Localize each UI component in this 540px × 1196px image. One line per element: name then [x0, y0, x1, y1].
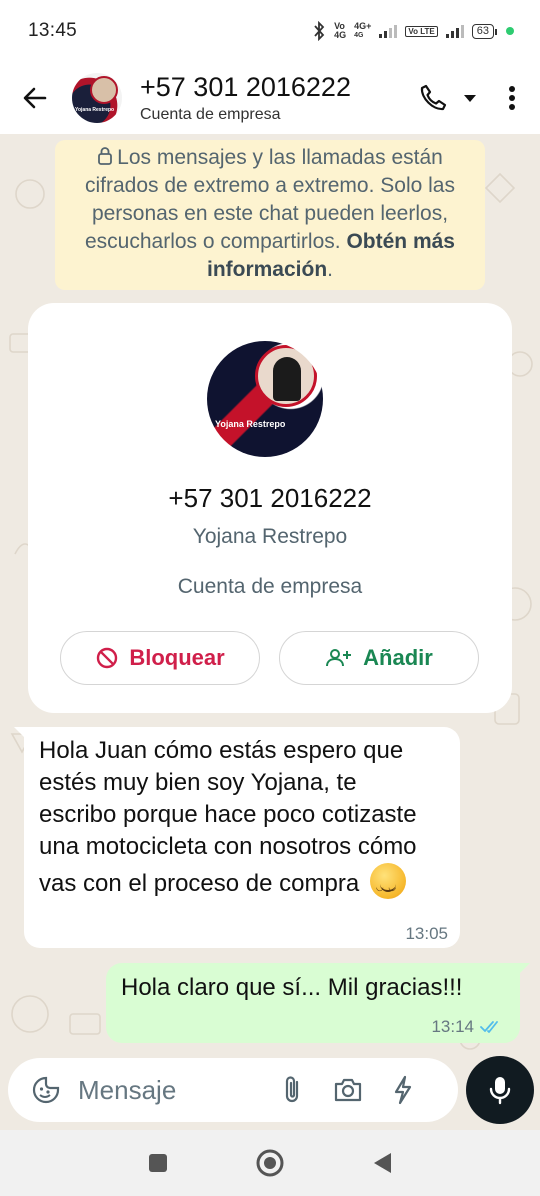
signal-bars-2-icon — [445, 24, 464, 38]
contact-info[interactable]: +57 301 2016222 Cuenta de empresa — [140, 72, 418, 124]
avatar-caption: Yojana Restrepo — [75, 107, 115, 113]
avatar-caption: Yojana Restrepo — [215, 419, 286, 429]
bluetooth-icon — [314, 21, 325, 41]
emoji-sticker-icon — [32, 1076, 60, 1104]
attach-icon[interactable] — [280, 1074, 304, 1106]
network-2: 4G+ 4G — [354, 21, 372, 40]
phone-icon[interactable] — [418, 83, 448, 113]
status-time: 13:45 — [28, 20, 78, 41]
status-icons: Vo 4G 4G+ 4G Vo LTE 63 — [312, 21, 514, 41]
add-contact-icon — [326, 649, 352, 667]
add-label: Añadir — [363, 645, 433, 670]
back-arrow-icon — [23, 87, 47, 109]
status-bar: 13:45 Vo 4G 4G+ 4G Vo LTE 63 — [0, 0, 540, 62]
mic-icon — [489, 1077, 511, 1105]
emoji-sticker-button[interactable] — [26, 1070, 66, 1110]
back-triangle-icon[interactable] — [371, 1151, 393, 1175]
link-suffix: . — [327, 258, 334, 281]
battery-indicator: 63 — [471, 23, 498, 39]
home-circle-icon[interactable] — [255, 1148, 285, 1178]
contact-avatar[interactable]: Yojana Restrepo — [72, 73, 122, 123]
system-navigation-bar — [0, 1130, 540, 1196]
avatar-person — [273, 357, 301, 401]
chat-header: Yojana Restrepo +57 301 2016222 Cuenta d… — [0, 62, 540, 134]
volte-badge: Vo LTE — [405, 25, 438, 37]
profile-name: Yojana Restrepo — [192, 525, 348, 548]
recents-square-icon[interactable] — [147, 1152, 169, 1174]
profile-account-type: Cuenta de empresa — [177, 575, 363, 598]
profile-phone: +57 301 2016222 — [168, 483, 372, 513]
signal-bars-1-icon — [379, 24, 398, 38]
dropdown-icon[interactable] — [462, 83, 478, 113]
double-check-icon — [480, 1021, 498, 1033]
block-icon — [97, 647, 118, 669]
message-composer — [8, 1058, 458, 1122]
lightning-icon[interactable] — [392, 1075, 414, 1105]
smiling-face-emoji-icon — [369, 863, 406, 903]
avatar-photo — [90, 76, 118, 104]
message-time: 13:05 — [405, 924, 448, 943]
lock-icon — [98, 147, 113, 165]
privacy-indicator-dot — [506, 27, 514, 35]
message-input[interactable] — [76, 1073, 270, 1107]
add-contact-button[interactable]: Añadir — [279, 631, 479, 685]
encryption-notice[interactable]: Los mensajes y las llamadas están cifrad… — [55, 140, 485, 290]
contact-title: +57 301 2016222 — [140, 72, 351, 102]
message-meta: 13:14 — [431, 1017, 502, 1037]
header-actions — [418, 83, 540, 113]
contact-subtitle: Cuenta de empresa — [140, 106, 281, 123]
more-vert-icon[interactable] — [502, 83, 522, 113]
message-text: Hola claro que sí... Mil gracias!!! — [121, 974, 463, 1001]
incoming-message-bubble[interactable]: Hola Juan cómo estás espero que estés mu… — [14, 727, 460, 948]
network-1: Vo 4G — [334, 21, 347, 40]
message-body: Hola Juan cómo estás espero que estés mu… — [39, 737, 417, 897]
back-button[interactable] — [0, 62, 70, 134]
block-label: Bloquear — [129, 645, 225, 670]
block-button[interactable]: Bloquear — [60, 631, 260, 685]
business-profile-card: Yojana Restrepo +57 301 2016222 Yojana R… — [28, 303, 512, 713]
message-time: 13:14 — [431, 1017, 474, 1036]
voice-message-button[interactable] — [466, 1056, 534, 1124]
composer-actions — [280, 1074, 414, 1106]
camera-icon[interactable] — [332, 1076, 364, 1104]
message-text: Hola Juan cómo estás espero que estés mu… — [39, 735, 435, 903]
outgoing-message-bubble[interactable]: Hola claro que sí... Mil gracias!!! 13:1… — [106, 963, 530, 1043]
profile-avatar[interactable]: Yojana Restrepo — [207, 341, 323, 457]
